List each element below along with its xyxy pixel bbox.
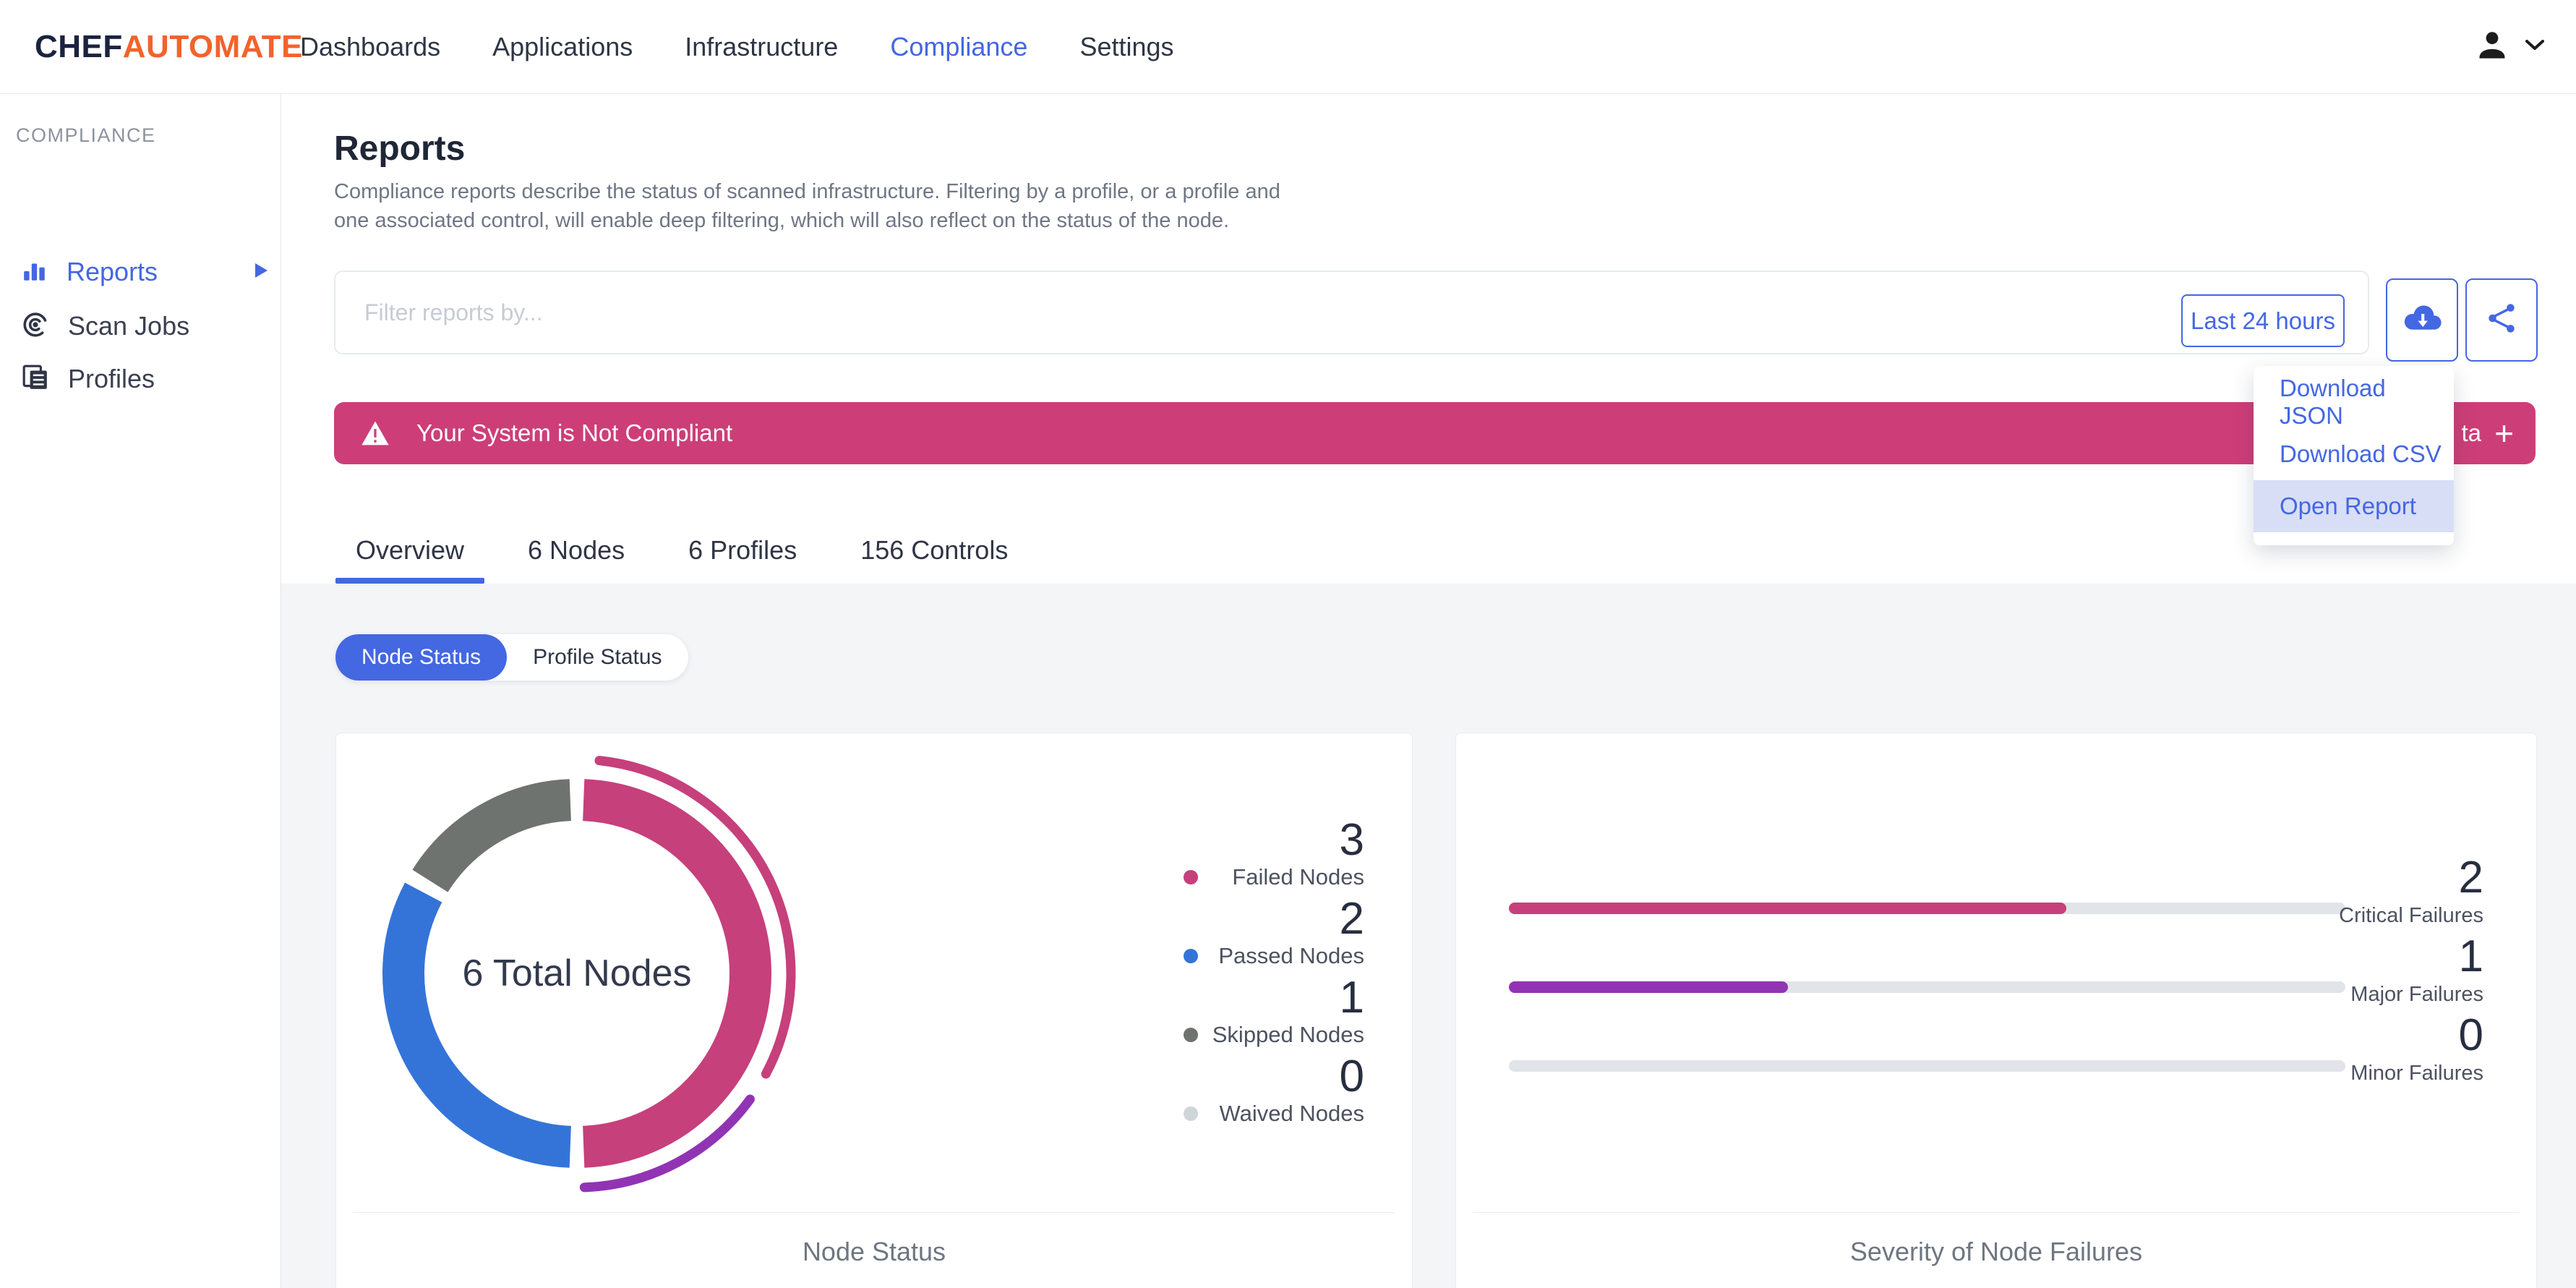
- sidebar-item-label: Scan Jobs: [68, 311, 190, 341]
- card-divider: [354, 1212, 1395, 1213]
- tab-overview[interactable]: Overview: [335, 517, 485, 584]
- passed-label: Passed Nodes: [1218, 943, 1364, 968]
- banner-message: Your System is Not Compliant: [416, 419, 733, 446]
- menu-item-download-json[interactable]: Download JSON: [2254, 375, 2454, 429]
- time-range-button[interactable]: Last 24 hours: [2181, 294, 2345, 347]
- filter-reports-input[interactable]: [334, 270, 2369, 354]
- severity-caption: Severity of Node Failures: [1849, 1237, 2143, 1266]
- passed-count: 2: [1339, 894, 1364, 944]
- bar-chart-icon: [22, 257, 48, 287]
- node-status-caption: Node Status: [802, 1237, 946, 1266]
- tab-nodes[interactable]: 6 Nodes: [508, 517, 645, 584]
- node-status-legend: 3 Failed Nodes 2 Passed Nodes 1 Skipped …: [1176, 816, 1364, 1132]
- minor-count: 0: [2458, 1010, 2483, 1060]
- major-count: 1: [2458, 931, 2483, 981]
- user-avatar-icon: [2472, 25, 2512, 69]
- node-status-card: 6 Total Nodes 3 Failed Nodes 2 Passed No…: [335, 733, 1413, 1288]
- major-failures-bar[interactable]: [1509, 981, 2345, 993]
- skipped-count: 1: [1339, 973, 1364, 1023]
- page-description-line2: one associated control, will enable deep…: [334, 209, 1230, 232]
- major-label: Major Failures: [2350, 983, 2483, 1006]
- critical-label: Critical Failures: [2339, 904, 2483, 927]
- nav-applications[interactable]: Applications: [492, 32, 633, 62]
- documents-icon: [22, 364, 49, 395]
- sidebar-item-label: Reports: [67, 257, 158, 286]
- sidebar-item-profiles[interactable]: Profiles: [0, 353, 281, 405]
- legend-row-waived[interactable]: 0 Waived Nodes: [1176, 1053, 1364, 1132]
- status-toggle: Node Status Profile Status: [335, 634, 688, 681]
- page-description-line1: Compliance reports describe the status o…: [334, 180, 1280, 203]
- radar-icon: [22, 311, 49, 342]
- banner-partial-text: ta: [2461, 419, 2481, 446]
- critical-failures-bar[interactable]: [1509, 903, 2345, 914]
- sidebar-section-label: COMPLIANCE: [16, 124, 156, 146]
- minor-label: Minor Failures: [2350, 1062, 2483, 1085]
- logo-chef: CHEF: [35, 29, 123, 64]
- top-nav-bar: CHEFAUTOMATE Dashboards Applications Inf…: [0, 0, 2576, 94]
- share-button[interactable]: [2465, 278, 2538, 362]
- waived-label: Waived Nodes: [1219, 1101, 1364, 1126]
- download-button[interactable]: [2386, 278, 2458, 362]
- nav-settings[interactable]: Settings: [1079, 32, 1173, 62]
- card-divider: [1473, 1212, 2519, 1213]
- menu-item-download-csv[interactable]: Download CSV: [2254, 428, 2454, 480]
- critical-failures-label-block: 2 Critical Failures: [2339, 854, 2483, 929]
- compliance-sidebar: COMPLIANCE Reports Scan Jobs Profiles: [0, 94, 281, 1288]
- sidebar-item-scan-jobs[interactable]: Scan Jobs: [0, 300, 281, 352]
- legend-row-skipped[interactable]: 1 Skipped Nodes: [1176, 974, 1364, 1053]
- chef-automate-logo[interactable]: CHEFAUTOMATE: [35, 0, 303, 93]
- not-compliant-banner: Your System is Not Compliant ta +: [334, 402, 2536, 464]
- major-failures-fill: [1509, 981, 1788, 993]
- sidebar-item-reports[interactable]: Reports: [0, 246, 281, 298]
- failed-label: Failed Nodes: [1232, 864, 1364, 890]
- share-icon: [2485, 302, 2518, 338]
- minor-failures-label-block: 0 Minor Failures: [2350, 1012, 2483, 1087]
- tab-profiles[interactable]: 6 Profiles: [668, 517, 817, 584]
- passed-dot-icon: [1184, 949, 1198, 963]
- minor-failures-bar[interactable]: [1509, 1060, 2345, 1072]
- major-failures-label-block: 1 Major Failures: [2350, 933, 2483, 1008]
- waived-count: 0: [1339, 1052, 1364, 1101]
- submenu-arrow-icon[interactable]: [252, 260, 270, 284]
- donut-center-label: 6 Total Nodes: [462, 952, 692, 994]
- legend-row-failed[interactable]: 3 Failed Nodes: [1176, 816, 1364, 895]
- warning-triangle-icon: [360, 419, 390, 447]
- chevron-down-icon: [2524, 38, 2546, 56]
- logo-automate: AUTOMATE: [122, 29, 304, 64]
- toggle-profile-status[interactable]: Profile Status: [507, 634, 688, 681]
- nav-compliance[interactable]: Compliance: [890, 32, 1027, 62]
- critical-count: 2: [2458, 853, 2483, 903]
- skipped-dot-icon: [1184, 1028, 1198, 1042]
- critical-failures-fill: [1509, 903, 2067, 914]
- severity-card: 2 Critical Failures 1 Major Failures 0 M…: [1455, 733, 2537, 1288]
- nav-infrastructure[interactable]: Infrastructure: [685, 32, 838, 62]
- page-title: Reports: [334, 129, 466, 168]
- banner-plus-icon[interactable]: +: [2494, 402, 2514, 464]
- compliance-reports-page: CHEFAUTOMATE Dashboards Applications Inf…: [0, 0, 2576, 1288]
- sidebar-item-label: Profiles: [68, 364, 155, 393]
- legend-row-passed[interactable]: 2 Passed Nodes: [1176, 895, 1364, 974]
- skipped-label: Skipped Nodes: [1212, 1022, 1364, 1047]
- tab-controls[interactable]: 156 Controls: [840, 517, 1028, 584]
- failed-count: 3: [1339, 815, 1364, 865]
- waived-dot-icon: [1184, 1106, 1198, 1121]
- report-tabs: Overview 6 Nodes 6 Profiles 156 Controls: [335, 517, 1028, 584]
- nav-dashboards[interactable]: Dashboards: [300, 32, 440, 62]
- menu-item-open-report[interactable]: Open Report: [2254, 480, 2454, 532]
- failed-dot-icon: [1184, 870, 1198, 884]
- download-dropdown-menu: Download JSON Download CSV Open Report: [2254, 366, 2454, 545]
- cloud-download-icon: [2401, 303, 2443, 337]
- toggle-node-status[interactable]: Node Status: [335, 634, 508, 681]
- user-menu[interactable]: [2472, 0, 2546, 93]
- primary-nav: Dashboards Applications Infrastructure C…: [300, 0, 1174, 93]
